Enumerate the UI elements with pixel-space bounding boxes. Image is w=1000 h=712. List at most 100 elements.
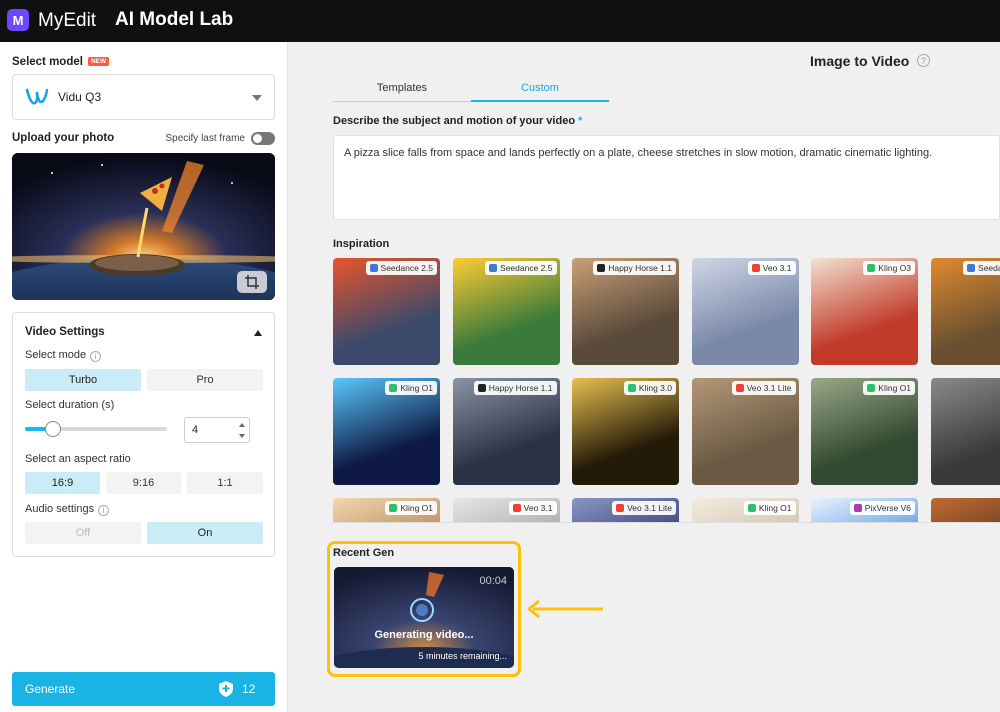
audio-off-button[interactable]: Off <box>25 522 141 544</box>
inspiration-tile[interactable]: Kling O1 <box>333 498 440 522</box>
audio-on-button[interactable]: On <box>147 522 263 544</box>
video-settings-panel: Video Settings Select mode i Turbo Pro Se… <box>12 312 275 557</box>
inspiration-tile[interactable]: Happy Horse 1.1 <box>572 258 679 365</box>
inspiration-tile[interactable] <box>930 378 1000 485</box>
myedit-logo-icon[interactable]: M <box>7 9 29 31</box>
duration-slider-thumb[interactable] <box>45 421 62 437</box>
crop-icon <box>245 275 259 289</box>
inspiration-tile[interactable]: Kling 3.0 <box>572 378 679 485</box>
top-bar: M MyEdit AI Model Lab <box>0 0 1000 42</box>
inspiration-tile[interactable] <box>930 498 1000 522</box>
mode-pro-button[interactable]: Pro <box>147 369 263 391</box>
aspect-1-1-button[interactable]: 1:1 <box>187 472 263 494</box>
google-icon <box>512 504 521 512</box>
model-tag: Kling O1 <box>863 381 915 395</box>
main-panel: Image to Video ? Templates Custom Descri… <box>289 42 1000 712</box>
collapse-caret-icon[interactable] <box>254 330 262 336</box>
pizza-space-image <box>12 153 275 300</box>
vidu-logo-icon <box>25 88 49 105</box>
model-name: Vidu Q3 <box>58 90 102 104</box>
model-tag-label: Kling O1 <box>400 383 433 393</box>
tab-custom[interactable]: Custom <box>471 82 609 102</box>
bar-chart-icon <box>489 264 498 272</box>
divider <box>333 522 1000 523</box>
inspiration-tile[interactable]: Kling O3 <box>811 258 918 365</box>
duration-stepper[interactable]: 4 <box>184 417 250 443</box>
aspect-9-16-button[interactable]: 9:16 <box>106 472 181 494</box>
bar-chart-icon <box>369 264 378 272</box>
help-icon[interactable]: ? <box>917 54 930 67</box>
model-tag: Happy Horse 1.1 <box>473 381 557 395</box>
model-tag: Kling O1 <box>385 381 437 395</box>
inspiration-tile[interactable]: Veo 3.1 <box>452 498 560 522</box>
model-tag-label: Kling O1 <box>400 503 433 513</box>
page-title: Image to Video <box>810 53 910 69</box>
generate-button[interactable]: Generate 12 <box>12 672 275 706</box>
recent-gen-card[interactable]: 00:04 Generating video... 5 minutes rema… <box>334 567 514 668</box>
select-model-label: Select model NEW <box>12 56 110 68</box>
tab-templates[interactable]: Templates <box>333 82 471 102</box>
inspiration-tile[interactable]: Seedance 2.5 <box>452 258 560 365</box>
inspiration-label: Inspiration <box>333 238 390 250</box>
app-title: AI Model Lab <box>115 9 234 30</box>
model-tag-label: Seedance 2.5 <box>500 263 553 273</box>
model-tag-label: Veo 3.1 Lite <box>746 383 792 393</box>
info-icon[interactable]: i <box>98 505 110 516</box>
credit-count: 12 <box>242 682 256 696</box>
model-tag: PixVerse V6 <box>849 501 915 515</box>
info-icon[interactable]: i <box>90 351 102 362</box>
credit-shield-icon <box>219 681 233 697</box>
inspiration-tile[interactable]: Kling O1 <box>333 378 440 485</box>
left-panel: Select model NEW Vidu Q3 Upload your phot… <box>0 42 288 712</box>
inspiration-tile[interactable]: Seedance 2.5 <box>930 258 1000 365</box>
inspiration-tile[interactable]: Veo 3.1 <box>691 258 799 365</box>
model-tag: Veo 3.1 Lite <box>731 381 796 395</box>
model-tag-label: Happy Horse 1.1 <box>488 383 553 393</box>
logo-text[interactable]: MyEdit <box>38 10 96 32</box>
last-frame-toggle[interactable] <box>251 132 275 145</box>
inspiration-tile[interactable]: Kling O1 <box>691 498 799 522</box>
uploaded-photo[interactable] <box>12 153 275 300</box>
inspiration-grid: Seedance 2.5 Seedance 2.5 Happy Horse 1.1 V… <box>333 258 1000 522</box>
model-tag-label: Kling O1 <box>878 383 911 393</box>
model-tag: Seedance 2.5 <box>963 261 1000 275</box>
generate-label: Generate <box>25 682 76 696</box>
model-tag: Seedance 2.5 <box>365 261 437 275</box>
video-settings-title: Video Settings <box>25 326 105 338</box>
duration-value: 4 <box>192 424 199 436</box>
aspect-16-9-button[interactable]: 16:9 <box>25 472 100 494</box>
bar-chart-icon <box>967 264 976 272</box>
crop-button[interactable] <box>237 271 267 293</box>
google-icon <box>616 504 625 512</box>
select-mode-label: Select mode i <box>25 349 102 362</box>
inspiration-tile[interactable]: Veo 3.1 Lite <box>691 378 799 485</box>
arrow-left-icon <box>527 599 603 619</box>
pixverse-icon <box>853 504 862 512</box>
model-tag: Seedance 2.5 <box>485 261 557 275</box>
model-tag: Kling O3 <box>863 261 915 275</box>
model-tag-label: Seedance 2.5 <box>380 263 433 273</box>
prompt-text: A pizza slice falls from space and lands… <box>344 147 933 159</box>
inspiration-tile[interactable]: Veo 3.1 Lite <box>572 498 679 522</box>
prompt-textarea[interactable]: A pizza slice falls from space and lands… <box>333 135 1000 220</box>
generating-status: Generating video... <box>374 629 474 641</box>
model-tag-label: Seedance 2.5 <box>978 263 1000 273</box>
inspiration-tile[interactable]: Seedance 2.5 <box>333 258 440 365</box>
upload-photo-label: Upload your photo <box>12 132 115 144</box>
inspiration-tile[interactable]: Happy Horse 1.1 <box>452 378 560 485</box>
prompt-label: Describe the subject and motion of your … <box>333 115 583 127</box>
model-tag-label: Veo 3.1 Lite <box>627 503 672 513</box>
model-tag-label: Kling 3.0 <box>638 383 672 393</box>
duration-label: Select duration (s) <box>25 399 115 411</box>
model-tag-label: Happy Horse 1.1 <box>608 263 672 273</box>
last-frame-label: Specify last frame <box>165 133 245 144</box>
step-down-icon[interactable] <box>239 434 245 438</box>
mode-turbo-button[interactable]: Turbo <box>25 369 141 391</box>
inspiration-tile[interactable]: Kling O1 <box>811 378 918 485</box>
step-up-icon[interactable] <box>239 423 245 427</box>
google-icon <box>751 264 760 272</box>
duration-slider[interactable] <box>25 421 167 437</box>
horse-icon <box>477 384 486 392</box>
inspiration-tile[interactable]: PixVerse V6 <box>811 498 918 522</box>
model-dropdown[interactable]: Vidu Q3 <box>12 74 275 120</box>
